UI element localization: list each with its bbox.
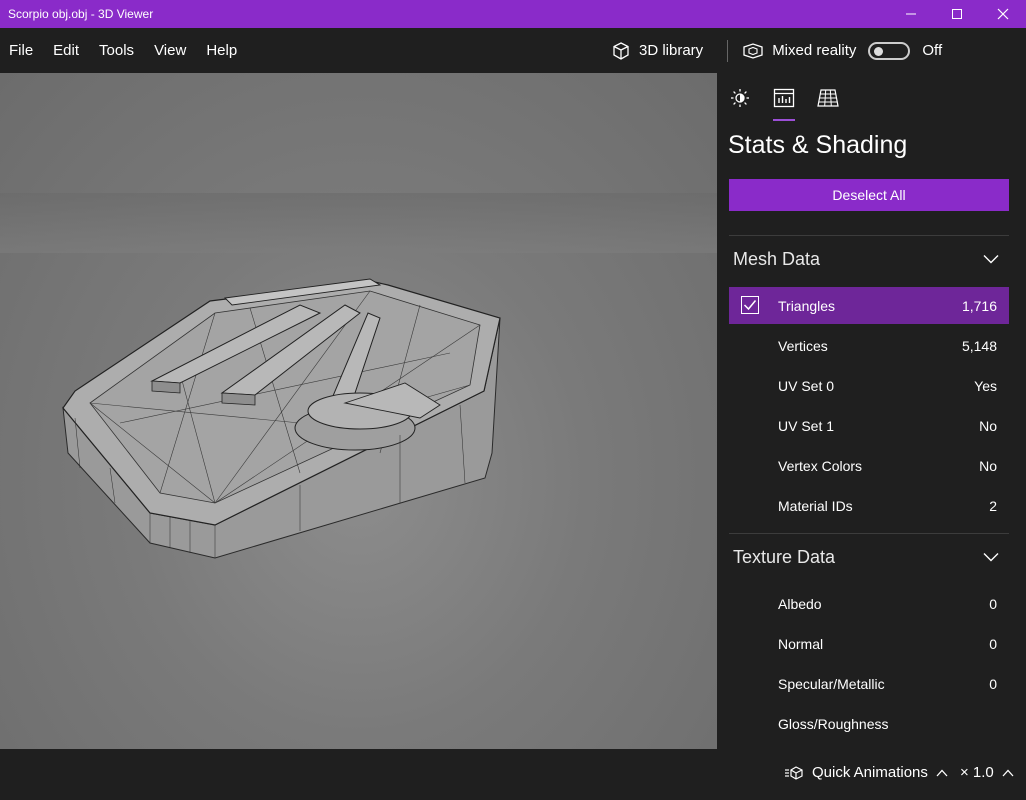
row-label: Normal	[778, 635, 824, 652]
mixed-reality-state: Off	[922, 42, 943, 59]
row-label: Triangles	[778, 297, 836, 314]
chevron-up-icon	[1002, 769, 1014, 776]
mixed-reality-button[interactable]: Mixed reality	[742, 41, 856, 61]
texture-data-label: Texture Data	[733, 546, 836, 567]
mesh-row-vertices[interactable]: Vertices 5,148	[729, 327, 1009, 364]
minimize-button[interactable]	[888, 0, 934, 28]
row-label: Material IDs	[778, 497, 853, 514]
quick-animations-label: Quick Animations	[812, 764, 928, 781]
stats-icon	[773, 88, 795, 108]
row-label: UV Set 0	[778, 377, 835, 394]
texture-row-gloss-roughness[interactable]: Gloss/Roughness	[729, 705, 1009, 742]
maximize-icon	[952, 9, 962, 19]
3d-library-button[interactable]: 3D library	[611, 41, 703, 61]
menu-edit[interactable]: Edit	[44, 42, 90, 59]
row-value: 1,716	[961, 297, 997, 314]
cube-icon	[613, 41, 629, 60]
row-value: 0	[989, 635, 997, 652]
chevron-up-icon	[936, 769, 948, 776]
3d-viewport[interactable]	[0, 73, 717, 749]
texture-row-specular-metallic[interactable]: Specular/Metallic 0	[729, 665, 1009, 702]
row-label: Gloss/Roughness	[778, 715, 889, 732]
speed-label: × 1.0	[960, 764, 994, 781]
close-button[interactable]	[980, 0, 1026, 28]
panel-title: Stats & Shading	[728, 131, 908, 159]
row-value: 0	[989, 595, 997, 612]
row-value: No	[979, 417, 997, 434]
row-label: Vertices	[778, 337, 828, 354]
stats-panel: Stats & Shading Deselect All Mesh Data T…	[717, 73, 1026, 749]
deselect-all-button[interactable]: Deselect All	[729, 179, 1009, 211]
mesh-row-uv-set-1[interactable]: UV Set 1 No	[729, 407, 1009, 444]
triangles-checkbox[interactable]	[741, 296, 759, 314]
animation-speed-button[interactable]: × 1.0	[960, 764, 1014, 781]
toolbar-right: 3D library Mixed reality Off	[611, 28, 942, 73]
chevron-down-icon	[983, 553, 999, 562]
row-label: Albedo	[778, 595, 822, 612]
menu-file[interactable]: File	[0, 42, 44, 59]
section-divider	[729, 533, 1009, 534]
grid-icon	[817, 89, 839, 107]
row-value: No	[979, 457, 997, 474]
mesh-row-material-ids[interactable]: Material IDs 2	[729, 487, 1009, 524]
maximize-button[interactable]	[934, 0, 980, 28]
chevron-down-icon	[983, 255, 999, 264]
section-divider	[729, 235, 1009, 236]
tab-stats[interactable]	[771, 85, 797, 121]
mixed-reality-toggle[interactable]	[868, 41, 911, 60]
lighting-icon	[731, 89, 749, 107]
minimize-icon	[906, 13, 916, 15]
mesh-data-label: Mesh Data	[733, 248, 821, 269]
row-label: Specular/Metallic	[778, 675, 885, 692]
row-value: 2	[989, 497, 997, 514]
texture-row-albedo[interactable]: Albedo 0	[729, 585, 1009, 622]
checkmark-icon	[743, 300, 757, 311]
mesh-data-header[interactable]: Mesh Data	[729, 239, 1009, 279]
quick-animations-button[interactable]: Quick Animations	[784, 764, 948, 781]
toolbar-separator	[727, 39, 729, 62]
mesh-row-triangles[interactable]: Triangles 1,716	[729, 287, 1009, 324]
row-label: Vertex Colors	[778, 457, 863, 474]
texture-row-normal[interactable]: Normal 0	[729, 625, 1009, 662]
window-controls	[888, 0, 1026, 28]
menu-tools[interactable]: Tools	[90, 42, 145, 59]
row-value: 0	[989, 675, 997, 692]
mixed-reality-label: Mixed reality	[772, 42, 857, 59]
window-title: Scorpio obj.obj - 3D Viewer	[8, 7, 154, 21]
texture-data-header[interactable]: Texture Data	[729, 537, 1009, 577]
menu-help[interactable]: Help	[197, 42, 248, 59]
mixed-reality-icon	[743, 42, 763, 59]
3d-library-label: 3D library	[639, 42, 704, 59]
mesh-row-vertex-colors[interactable]: Vertex Colors No	[729, 447, 1009, 484]
tab-grid[interactable]	[815, 85, 841, 111]
row-label: UV Set 1	[778, 417, 835, 434]
animation-icon	[785, 765, 803, 780]
menu-view[interactable]: View	[145, 42, 197, 59]
mesh-row-uv-set-0[interactable]: UV Set 0 Yes	[729, 367, 1009, 404]
row-value: 5,148	[961, 337, 997, 354]
scorpio-model	[62, 278, 501, 559]
row-value: Yes	[974, 377, 997, 394]
title-bar: Scorpio obj.obj - 3D Viewer	[0, 0, 1026, 28]
tab-lighting[interactable]	[727, 85, 753, 111]
close-icon	[997, 8, 1009, 20]
toggle-knob	[874, 46, 884, 56]
panel-tabs	[727, 85, 841, 121]
bottom-bar: Quick Animations × 1.0	[0, 749, 1026, 800]
